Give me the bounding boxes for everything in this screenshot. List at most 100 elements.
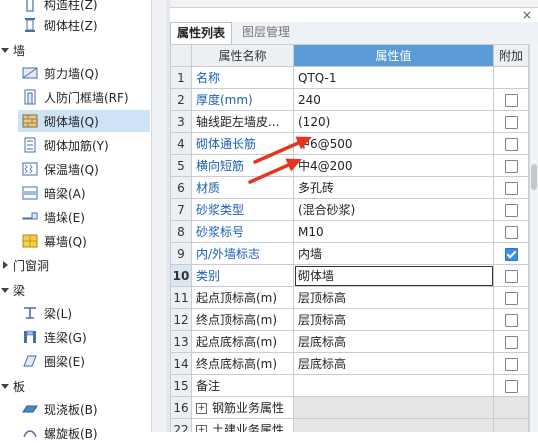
tree-item-slab[interactable]: 板	[0, 375, 150, 397]
expand-plus-icon[interactable]: +	[196, 403, 207, 414]
property-name: 起点底标高(m)	[191, 330, 294, 353]
top-toolbar-strip	[170, 0, 538, 8]
property-value-editor[interactable]: 砌体墙	[293, 264, 494, 287]
tree-item-bwq[interactable]: 保温墙(Q)	[18, 158, 150, 180]
property-value[interactable]: 中4@200	[293, 154, 494, 177]
attach-checkbox[interactable]	[504, 313, 518, 327]
tree-item-qtq[interactable]: 砌体墙(Q)	[18, 110, 150, 132]
property-value[interactable]: 中6@500	[293, 132, 494, 155]
property-value[interactable]: QTQ-1	[293, 66, 494, 89]
tree-item-mq[interactable]: 幕墙(Q)	[18, 230, 150, 252]
property-value[interactable]: 多孔砖	[293, 176, 494, 199]
attach-checkbox[interactable]	[504, 357, 518, 371]
property-group-row[interactable]: 16 + 钢筋业务属性	[170, 396, 529, 419]
row-number: 1	[170, 66, 192, 89]
row-number: 14	[170, 352, 192, 375]
attach-checkbox[interactable]	[504, 137, 518, 151]
property-row[interactable]: 10 类别 砌体墙	[170, 264, 529, 287]
attach-checkbox[interactable]	[504, 203, 518, 217]
collapse-caret-icon[interactable]	[0, 260, 10, 270]
masonry-rebar-icon	[22, 137, 38, 153]
tree-item-lxb[interactable]: 螺旋板(B)	[18, 422, 150, 444]
property-grid: 属性名称 属性值 附加 1 名称 QTQ-1 2 厚度(mm) 240 3 轴线距左墙皮...…	[170, 44, 538, 432]
tree-item-qtz[interactable]: 砌体柱(Z)	[18, 14, 150, 36]
tree-item-mcd[interactable]: 门窗洞	[0, 254, 150, 276]
tree-item-rfmkq[interactable]: 人防门框墙(RF)	[18, 86, 150, 108]
property-value[interactable]	[293, 374, 494, 397]
property-row[interactable]: 12 终点顶标高(m) 层顶标高	[170, 308, 529, 331]
attach-checkbox[interactable]	[504, 159, 518, 173]
tree-item-label: 幕墙(Q)	[44, 234, 87, 249]
property-value[interactable]: 层底标高	[293, 330, 494, 353]
expand-caret-icon[interactable]	[0, 381, 10, 391]
property-row[interactable]: 4 砌体通长筋 中6@500	[170, 132, 529, 155]
tree-item-beam[interactable]: 梁	[0, 279, 150, 301]
property-value[interactable]: M10	[293, 220, 494, 243]
tree-item-qd[interactable]: 墙垛(E)	[18, 206, 150, 228]
property-value[interactable]: 240	[293, 88, 494, 111]
property-row[interactable]: 15 备注	[170, 374, 529, 397]
row-number: 9	[170, 242, 192, 265]
tree-item-gzz[interactable]: 构造柱(Z)	[18, 0, 150, 15]
property-name: 名称	[191, 66, 294, 89]
row-number: 3	[170, 110, 192, 133]
property-row[interactable]: 2 厚度(mm) 240	[170, 88, 529, 111]
tab-property-list[interactable]: 属性列表	[170, 22, 233, 44]
property-row[interactable]: 11 起点顶标高(m) 层顶标高	[170, 286, 529, 309]
property-row[interactable]: 7 砂浆类型 (混合砂浆)	[170, 198, 529, 221]
property-group-row[interactable]: 22 + 土建业务属性	[170, 418, 529, 432]
tree-item-label: 墙垛(E)	[44, 210, 85, 225]
attach-checkbox[interactable]	[504, 115, 518, 129]
extra-cell	[493, 110, 529, 133]
attach-checkbox[interactable]	[504, 291, 518, 305]
extra-cell	[493, 198, 529, 221]
property-value[interactable]: 层顶标高	[293, 308, 494, 331]
tree-item-label: 螺旋板(B)	[44, 426, 98, 441]
property-value[interactable]: 内墙	[293, 242, 494, 265]
tree-item-jlq[interactable]: 剪力墙(Q)	[18, 62, 150, 84]
property-group[interactable]: + 钢筋业务属性	[191, 396, 294, 419]
property-name: 内/外墙标志	[191, 242, 294, 265]
tree-item-label: 剪力墙(Q)	[44, 66, 99, 81]
tree-item-label: 砌体柱(Z)	[44, 18, 98, 33]
attach-checkbox[interactable]	[504, 225, 518, 239]
row-number: 7	[170, 198, 192, 221]
property-value[interactable]: 层底标高	[293, 352, 494, 375]
tree-item-l[interactable]: 梁(L)	[18, 302, 150, 324]
tab-layer-management[interactable]: 图层管理	[236, 22, 296, 43]
property-row[interactable]: 3 轴线距左墙皮... (120)	[170, 110, 529, 133]
property-value[interactable]: (混合砂浆)	[293, 198, 494, 221]
expand-caret-icon[interactable]	[0, 285, 10, 295]
property-row[interactable]: 6 材质 多孔砖	[170, 176, 529, 199]
tree-scrollbar[interactable]	[151, 0, 166, 432]
attach-checkbox-checked[interactable]	[504, 247, 518, 261]
row-number: 4	[170, 132, 192, 155]
property-row[interactable]: 9 内/外墙标志 内墙	[170, 242, 529, 265]
attach-checkbox[interactable]	[504, 379, 518, 393]
attach-checkbox[interactable]	[504, 335, 518, 349]
attach-checkbox[interactable]	[504, 93, 518, 107]
attach-checkbox[interactable]	[504, 269, 518, 283]
tree-item-ll[interactable]: 连梁(G)	[18, 326, 150, 348]
property-row[interactable]: 14 终点底标高(m) 层底标高	[170, 352, 529, 375]
grid-scrollbar-thumb[interactable]	[531, 164, 537, 190]
tree-item-qtjj[interactable]: 砌体加筋(Y)	[18, 134, 150, 156]
expand-plus-icon[interactable]: +	[196, 425, 207, 432]
tree-item-xjb[interactable]: 现浇板(B)	[18, 398, 150, 420]
property-value[interactable]: (120)	[293, 110, 494, 133]
property-row[interactable]: 1 名称 QTQ-1	[170, 66, 529, 89]
property-group[interactable]: + 土建业务属性	[191, 418, 294, 432]
extra-cell	[493, 220, 529, 243]
attach-checkbox[interactable]	[504, 181, 518, 195]
tree-item-wall[interactable]: 墙	[0, 39, 150, 61]
grid-scrollbar[interactable]	[529, 44, 538, 432]
property-row[interactable]: 8 砂浆标号 M10	[170, 220, 529, 243]
property-row[interactable]: 5 横向短筋 中4@200	[170, 154, 529, 177]
property-row[interactable]: 13 起点底标高(m) 层底标高	[170, 330, 529, 353]
tree-item-aq[interactable]: 暗梁(A)	[18, 182, 150, 204]
expand-caret-icon[interactable]	[0, 45, 10, 55]
tree-item-ql[interactable]: 圈梁(E)	[18, 350, 150, 372]
property-value[interactable]: 层顶标高	[293, 286, 494, 309]
close-icon[interactable]: ×	[520, 8, 534, 22]
row-number: 6	[170, 176, 192, 199]
